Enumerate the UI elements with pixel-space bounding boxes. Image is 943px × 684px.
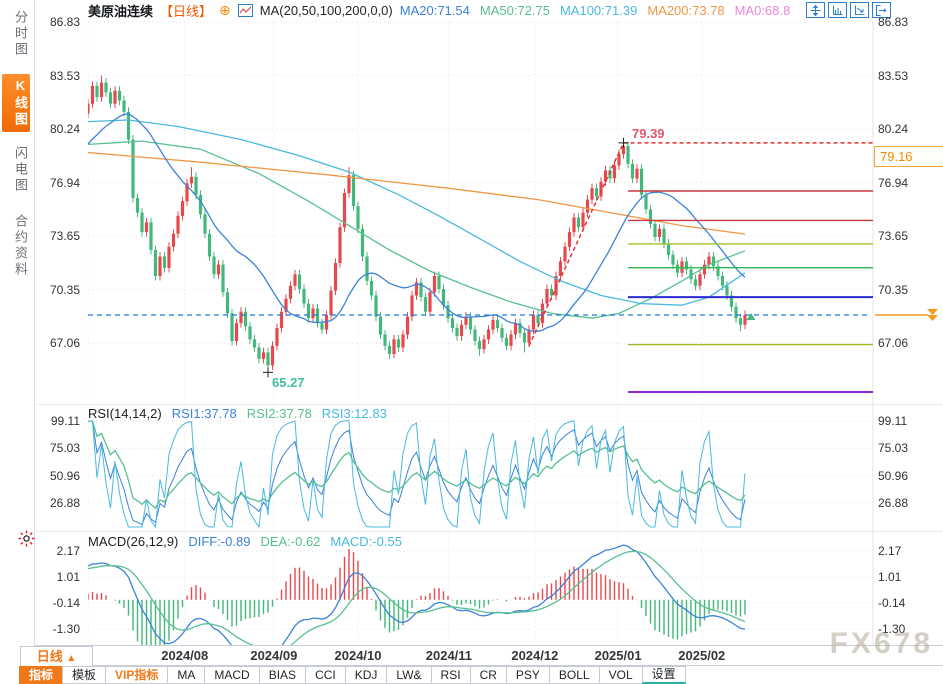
- indicator-sun-icon[interactable]: [18, 530, 35, 552]
- panel-separator: [36, 531, 943, 532]
- circle-plus-icon[interactable]: ⊕: [219, 4, 231, 16]
- toolbar-item-PSY[interactable]: PSY: [506, 666, 550, 684]
- chart-canvas[interactable]: [0, 0, 943, 684]
- toolbar-item-MA[interactable]: MA: [167, 666, 205, 684]
- date-axis-label: 2025/02: [667, 648, 737, 663]
- ma-value: MA20:71.54: [400, 3, 470, 18]
- macd-title: MACD(26,12,9): [88, 534, 178, 549]
- rsi-axis-label-left: 75.03: [34, 441, 80, 455]
- axis-line: [0, 645, 943, 646]
- date-axis-label: 2024/12: [500, 648, 570, 663]
- price-axis-label-left: 73.65: [34, 229, 80, 243]
- sidebar-tab-合约资料[interactable]: 合约资料: [2, 210, 30, 282]
- rsi-value: RSI1:37.78: [172, 406, 237, 421]
- toolbar-item-VIP指标[interactable]: VIP指标: [105, 666, 168, 684]
- rsi-axis-label-left: 26.88: [34, 496, 80, 510]
- rsi-axis-label-right: 26.88: [878, 496, 908, 510]
- date-axis-label: 2024/11: [414, 648, 484, 663]
- rsi-title: RSI(14,14,2): [88, 406, 162, 421]
- price-tag-box: 79.16: [874, 146, 943, 167]
- macd-axis-label-right: 2.17: [878, 544, 901, 558]
- price-axis-label-right: 83.53: [878, 69, 908, 83]
- left-sidebar: 分时图 K线图闪电图合约资料: [0, 0, 35, 684]
- ma-values: MA20:71.54 MA50:72.75 MA100:71.39 MA200:73.…: [400, 3, 791, 18]
- toolbar-item-KDJ[interactable]: KDJ: [345, 666, 388, 684]
- toolbar-item-设置[interactable]: 设置: [642, 666, 686, 684]
- date-axis-label: 2024/10: [323, 648, 393, 663]
- date-axis-label: 2024/09: [239, 648, 309, 663]
- price-axis-label-right: 70.35: [878, 283, 908, 297]
- rsi-value: RSI3:12.83: [322, 406, 387, 421]
- price-axis-label-right: 76.94: [878, 176, 908, 190]
- toolbar-item-LW&[interactable]: LW&: [386, 666, 431, 684]
- toolbar-item-BIAS[interactable]: BIAS: [259, 666, 306, 684]
- ma-settings: MA(20,50,100,200,0,0): [260, 3, 393, 18]
- macd-axis-label-left: -1.30: [34, 622, 80, 636]
- toolbar-item-VOL[interactable]: VOL: [599, 666, 643, 684]
- price-axis-label-left: 76.94: [34, 176, 80, 190]
- rsi-axis-label-right: 75.03: [878, 441, 908, 455]
- price-axis-label-right: 80.24: [878, 122, 908, 136]
- panel-separator: [36, 404, 943, 405]
- macd-value: DIFF:-0.89: [188, 534, 250, 549]
- sidebar-tab-分时图[interactable]: 分时图: [2, 6, 30, 62]
- macd-axis-label-right: 1.01: [878, 570, 901, 584]
- price-axis-label-left: 80.24: [34, 122, 80, 136]
- price-axis-label-left: 86.83: [34, 15, 80, 29]
- peak-price-label: 79.39: [632, 126, 665, 141]
- price-axis-label-right: 86.83: [878, 15, 908, 29]
- macd-axis-label-left: 2.17: [34, 544, 80, 558]
- period-tag[interactable]: 【日线】: [160, 1, 212, 20]
- macd-panel-header: MACD(26,12,9) DIFF:-0.89 DEA:-0.62 MACD:-0…: [88, 534, 402, 549]
- price-axis-label-left: 70.35: [34, 283, 80, 297]
- rsi-axis-label-left: 50.96: [34, 469, 80, 483]
- toolbar-item-指标[interactable]: 指标: [19, 666, 63, 684]
- rsi-axis-label-right: 99.11: [878, 414, 907, 428]
- sidebar-tab-K线图[interactable]: K线图: [2, 74, 30, 132]
- bottom-toolbar: 指标模板VIP指标MAMACDBIASCCIKDJLW&RSICRPSYBOLL…: [20, 666, 686, 684]
- rsi-axis-label-right: 50.96: [878, 469, 908, 483]
- macd-axis-label-left: -0.14: [34, 596, 80, 610]
- triangle-up-icon: ▲: [66, 653, 76, 664]
- toolbar-item-CR[interactable]: CR: [470, 666, 507, 684]
- toolbar-item-模板[interactable]: 模板: [62, 666, 106, 684]
- toolbar-item-BOLL[interactable]: BOLL: [549, 666, 600, 684]
- macd-axis-label-left: 1.01: [34, 570, 80, 584]
- price-axis-label-right: 67.06: [878, 336, 908, 350]
- low-price-label: 65.27: [272, 375, 305, 390]
- watermark: FX678: [830, 627, 933, 661]
- date-axis-label: 2025/01: [583, 648, 653, 663]
- rsi-axis-label-left: 99.11: [34, 414, 80, 428]
- macd-axis-label-right: -0.14: [878, 596, 905, 610]
- toolbar-item-RSI[interactable]: RSI: [431, 666, 471, 684]
- crosshair-move-icon[interactable]: [806, 2, 825, 18]
- ma-value: MA200:73.78: [647, 3, 724, 18]
- chart-type-icon[interactable]: [238, 4, 253, 17]
- price-axis-label-left: 67.06: [34, 336, 80, 350]
- ma-value: MA50:72.75: [480, 3, 550, 18]
- price-axis-label-right: 73.65: [878, 229, 908, 243]
- macd-value: MACD:-0.55: [330, 534, 402, 549]
- period-selector[interactable]: 日线 ▲: [20, 646, 93, 667]
- app-window: 分时图 K线图闪电图合约资料 美原油连续 【日线】 ⊕ MA(20,50,100,…: [0, 0, 943, 684]
- rsi-value: RSI2:37.78: [247, 406, 312, 421]
- axis-zoom-in-icon[interactable]: [828, 2, 847, 18]
- symbol-name: 美原油连续: [88, 1, 153, 20]
- toolbar-item-CCI[interactable]: CCI: [305, 666, 346, 684]
- price-axis-label-left: 83.53: [34, 69, 80, 83]
- toolbar-item-MACD[interactable]: MACD: [204, 666, 259, 684]
- sidebar-tab-闪电图[interactable]: 闪电图: [2, 142, 30, 198]
- chart-header: 美原油连续 【日线】 ⊕ MA(20,50,100,200,0,0) MA20:…: [88, 1, 790, 19]
- ma-value: MA0:68.8: [735, 3, 791, 18]
- axis-zoom-out-icon[interactable]: [850, 2, 869, 18]
- macd-value: DEA:-0.62: [260, 534, 320, 549]
- date-axis-label: 2024/08: [150, 648, 220, 663]
- rsi-panel-header: RSI(14,14,2) RSI1:37.78 RSI2:37.78 RSI3:12…: [88, 406, 387, 421]
- ma-value: MA100:71.39: [560, 3, 637, 18]
